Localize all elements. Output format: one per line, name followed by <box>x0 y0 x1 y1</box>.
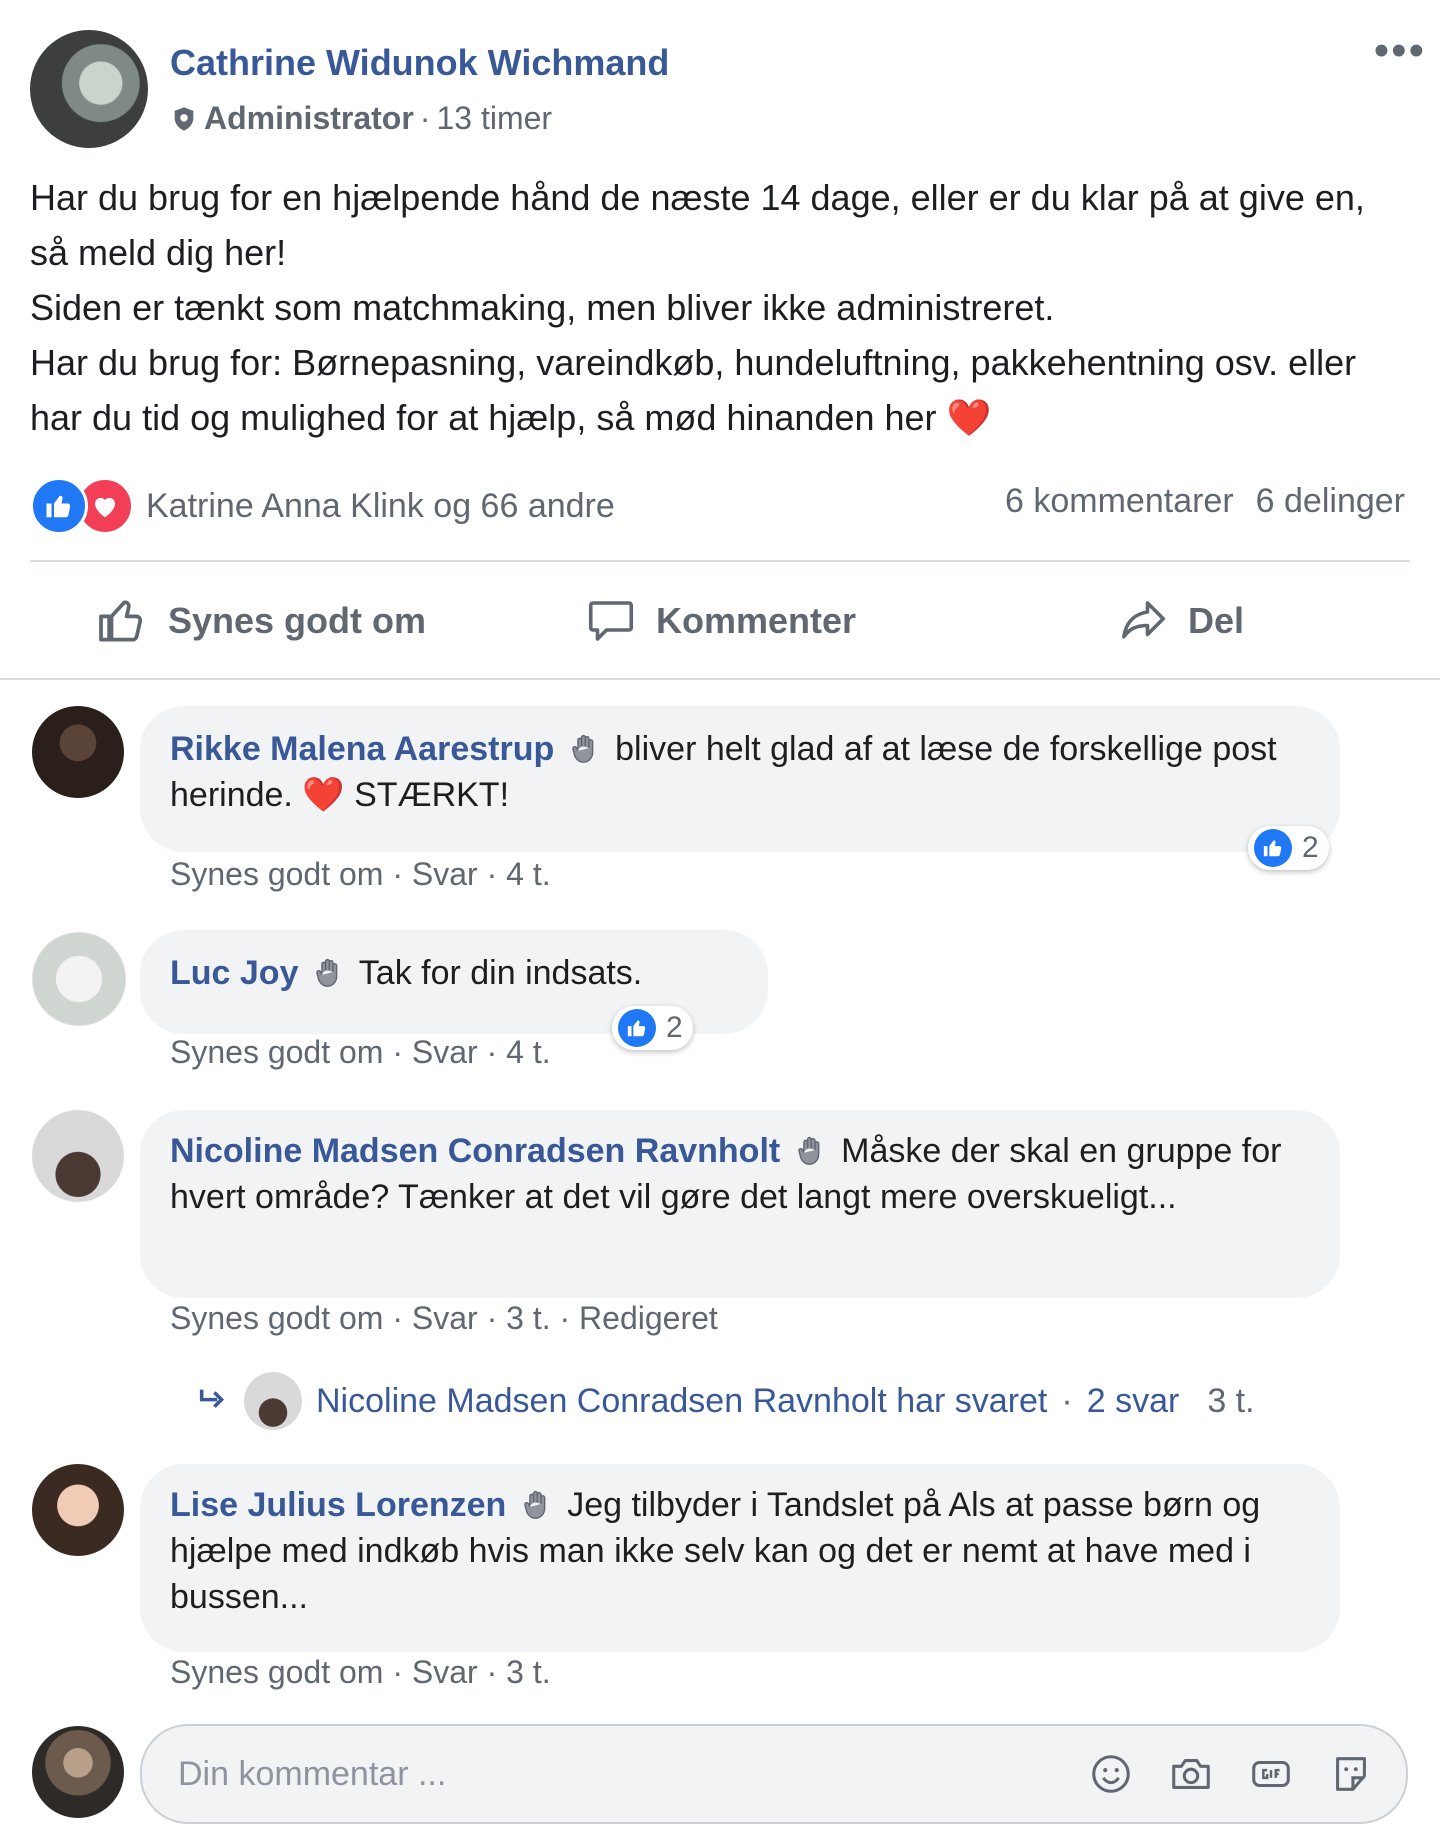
reaction-count: 2 <box>666 1011 683 1044</box>
comment-text: Tak for din indsats. <box>358 954 643 992</box>
post-line-3-text: Har du brug for: Børnepasning, vareindkø… <box>30 342 1357 438</box>
gif-icon[interactable] <box>1246 1749 1296 1799</box>
author-name[interactable]: Cathrine Widunok Wichmand <box>170 42 669 84</box>
comment-time[interactable]: 3 t. <box>506 1654 550 1690</box>
thumbs-up-icon <box>99 600 143 642</box>
comment-icon <box>588 601 634 641</box>
comment-button-label: Kommenter <box>655 600 857 641</box>
comment-reply-link[interactable]: Svar <box>412 1654 478 1690</box>
commenter-avatar[interactable] <box>32 1464 124 1556</box>
comment-actions: Synes godt om · Svar · 3 t. <box>170 1654 551 1690</box>
comment-button[interactable]: Kommenter <box>490 576 950 666</box>
like-reaction-icon <box>30 477 88 535</box>
comment-time[interactable]: 3 t. <box>506 1300 550 1336</box>
commenter-avatar[interactable] <box>32 932 126 1026</box>
comment-bubble: Lise Julius Lorenzen Jeg tilbyder i Tand… <box>140 1464 1340 1652</box>
comment-reply-link[interactable]: Svar <box>412 1034 478 1070</box>
comment-reply-link[interactable]: Svar <box>412 1300 478 1336</box>
divider <box>30 560 1410 562</box>
sticker-icon[interactable] <box>1326 1749 1376 1799</box>
view-replies[interactable]: Nicoline Madsen Conradsen Ravnholt har s… <box>196 1372 1255 1430</box>
comment-actions: Synes godt om · Svar · 3 t. · Redigeret <box>170 1300 718 1336</box>
comment-like-link[interactable]: Synes godt om <box>170 856 383 892</box>
more-options-icon[interactable]: ••• <box>1374 29 1426 73</box>
post-body: Har du brug for en hjælpende hånd de næs… <box>30 170 1410 445</box>
comment-text-end: STÆRKT! <box>354 776 510 814</box>
like-button[interactable]: Synes godt om <box>30 576 490 666</box>
reply-avatar <box>244 1372 302 1430</box>
divider <box>0 678 1440 680</box>
shares-count[interactable]: 6 delinger <box>1256 482 1405 521</box>
like-button-label: Synes godt om <box>167 600 427 641</box>
reactions-summary[interactable]: Katrine Anna Klink og 66 andre <box>30 477 615 535</box>
wave-badge-icon <box>571 734 594 763</box>
commenter-name[interactable]: Luc Joy <box>170 954 298 992</box>
edited-label: Redigeret <box>579 1300 718 1336</box>
comment-time[interactable]: 4 t. <box>506 856 550 892</box>
post-line-2: Siden er tænkt som matchmaking, men bliv… <box>30 287 1055 328</box>
engagement-counts: 6 kommentarer 6 delinger <box>1005 482 1405 521</box>
post-line-1: Har du brug for en hjælpende hånd de næs… <box>30 177 1365 273</box>
reply-arrow-icon <box>199 1389 225 1408</box>
commenter-avatar[interactable] <box>32 1110 124 1202</box>
share-button-label: Del <box>1187 600 1245 641</box>
commenter-name[interactable]: Rikke Malena Aarestrup <box>170 730 554 768</box>
author-role: Administrator <box>204 100 414 136</box>
like-reaction-icon <box>618 1009 656 1047</box>
comment-reply-link[interactable]: Svar <box>412 856 478 892</box>
camera-icon[interactable] <box>1166 1749 1216 1799</box>
author-avatar[interactable] <box>30 30 148 148</box>
comment-like-link[interactable]: Synes godt om <box>170 1034 383 1070</box>
reaction-count: 2 <box>1302 831 1319 864</box>
replies-time: 3 t. <box>1207 1381 1255 1420</box>
like-reaction-icon <box>1254 829 1292 867</box>
meta-separator: · <box>419 100 431 136</box>
comment-reaction-badge[interactable]: 2 <box>612 1006 693 1050</box>
wave-badge-icon <box>316 958 338 987</box>
composer-avatar <box>32 1726 124 1818</box>
wave-badge-icon <box>524 1490 546 1519</box>
comment-time[interactable]: 4 t. <box>506 1034 550 1070</box>
comment-composer <box>140 1724 1408 1824</box>
reactors-text[interactable]: Katrine Anna Klink og 66 andre <box>146 487 615 526</box>
post-time[interactable]: 13 timer <box>436 100 552 137</box>
comment-like-link[interactable]: Synes godt om <box>170 1300 383 1336</box>
heart-emoji: ❤️ <box>302 776 345 814</box>
admin-shield-icon <box>174 106 194 131</box>
post-line-3: Har du brug for: Børnepasning, vareindkø… <box>30 335 1410 445</box>
post-meta: Administrator · 13 timer <box>170 100 552 137</box>
comment-actions: Synes godt om · Svar · 4 t. <box>170 1034 551 1070</box>
comment-like-link[interactable]: Synes godt om <box>170 1654 383 1690</box>
emoji-icon[interactable] <box>1086 1749 1136 1799</box>
share-button[interactable]: Del <box>950 576 1410 666</box>
comment-bubble: Rikke Malena Aarestrup bliver helt glad … <box>140 706 1340 852</box>
separator: · <box>1061 1381 1073 1420</box>
comment-bubble: Nicoline Madsen Conradsen Ravnholt Måske… <box>140 1110 1340 1298</box>
comment-input[interactable] <box>142 1753 1086 1795</box>
commenter-name[interactable]: Nicoline Madsen Conradsen Ravnholt <box>170 1132 780 1170</box>
commenter-avatar[interactable] <box>32 706 124 798</box>
comments-count[interactable]: 6 kommentarer <box>1005 482 1234 521</box>
action-bar: Synes godt om Kommenter Del <box>30 576 1410 666</box>
comment-actions: Synes godt om · Svar · 4 t. <box>170 856 551 892</box>
commenter-name[interactable]: Lise Julius Lorenzen <box>170 1486 506 1524</box>
share-icon <box>1122 601 1166 639</box>
replies-count[interactable]: 2 svar <box>1087 1382 1180 1421</box>
wave-badge-icon <box>797 1136 820 1165</box>
heart-emoji: ❤️ <box>946 397 992 438</box>
comment-reaction-badge[interactable]: 2 <box>1248 826 1329 870</box>
replies-summary[interactable]: Nicoline Madsen Conradsen Ravnholt har s… <box>316 1382 1047 1421</box>
